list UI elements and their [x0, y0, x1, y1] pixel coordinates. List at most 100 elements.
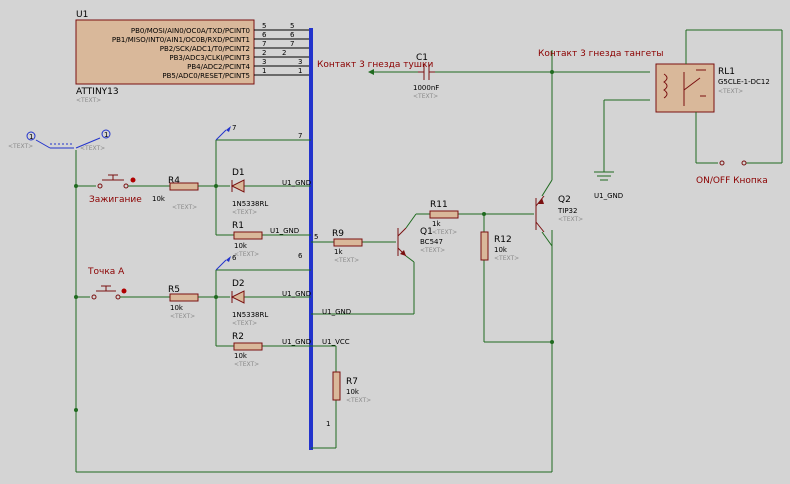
u1-bus-num-0: 5 [290, 22, 294, 30]
probe1-number: 1 [29, 133, 33, 141]
diode-d2[interactable]: D2 1N5338RL <TEXT> [230, 279, 268, 327]
transistor-q2[interactable]: Q2 TIP32 <TEXT> [535, 195, 583, 233]
r7-value: 10k [346, 388, 360, 396]
resistor-r1[interactable]: R1 10k <TEXT> [232, 221, 263, 258]
r11-text-placeholder: <TEXT> [432, 229, 457, 236]
resistor-r5[interactable]: R5 10k <TEXT> [168, 285, 199, 320]
q2-text-placeholder: <TEXT> [558, 216, 583, 223]
u1-bus-num-2: 7 [290, 40, 294, 48]
r1-ref: R1 [232, 221, 244, 231]
bus-num-7: 7 [298, 132, 302, 140]
bus-num-5: 5 [314, 233, 318, 241]
point-a-switch[interactable] [91, 285, 170, 300]
bus-num-1: 1 [326, 420, 330, 428]
r9-ref: R9 [332, 229, 344, 239]
r4-text-placeholder: <TEXT> [172, 204, 197, 211]
d1-ref: D1 [232, 168, 245, 178]
net-label-contact3-tangety: Контакт 3 гнезда тангеты [538, 49, 663, 59]
r7-ref: R7 [346, 377, 358, 387]
q1-text-placeholder: <TEXT> [420, 247, 445, 254]
net-u1-gnd-5: U1_GND [282, 338, 311, 346]
resistor-r12[interactable]: R12 10k <TEXT> [480, 231, 519, 262]
rl1-text-placeholder: <TEXT> [718, 88, 743, 95]
bus-num-6: 6 [298, 252, 303, 260]
d2-ref: D2 [232, 279, 245, 289]
resistor-r9[interactable]: R9 1k <TEXT> [332, 229, 363, 264]
label-point-a: Точка A [87, 267, 125, 277]
u1-bus-num-3: 2 [282, 49, 286, 57]
resistor-r7[interactable]: R7 10k <TEXT> [332, 371, 371, 404]
u1-part: ATTINY13 [76, 87, 119, 97]
net-label-onoff: ON/OFF Кнопка [696, 176, 768, 186]
u1-pin-num-5: 1 [262, 67, 266, 75]
r7-text-placeholder: <TEXT> [346, 397, 371, 404]
probe6-number: 6 [232, 254, 237, 262]
net-u1-vcc: U1_VCC [322, 338, 350, 346]
q2-ref: Q2 [558, 195, 571, 205]
u1-pin-wires: 5 6 7 2 2 3 1 5 6 7 3 1 [254, 22, 310, 76]
lower-section-wiring: 6 [198, 254, 337, 449]
label-ignition: Зажигание [89, 195, 142, 205]
ignition-switch[interactable] [97, 174, 170, 189]
u1-pin-num-1: 6 [262, 31, 267, 39]
probe7-number: 7 [232, 124, 236, 132]
rl1-ref: RL1 [718, 67, 735, 77]
r5-text-placeholder: <TEXT> [170, 313, 195, 320]
d2-text-placeholder: <TEXT> [232, 320, 257, 327]
rl1-value: G5CLE-1-DC12 [718, 78, 770, 86]
c1-text-placeholder: <TEXT> [413, 93, 438, 100]
u1-pin-name-0: PB0/MOSI/AIN0/OC0A/TXD/PCINT0 [131, 27, 250, 35]
relay-rl1[interactable]: RL1 G5CLE-1-DC12 <TEXT> [655, 29, 783, 166]
d1-value: 1N5338RL [232, 200, 268, 208]
net-label-u1-gnd-relay: U1_GND [594, 192, 623, 200]
input-probe-2[interactable]: 1 <TEXT> [75, 129, 111, 152]
u1-pin-name-4: PB4/ADC2/PCINT4 [187, 63, 250, 71]
u1-pin-num-0: 5 [262, 22, 266, 30]
c1-ref: C1 [416, 53, 428, 63]
r11-ref: R11 [430, 200, 448, 210]
r2-ref: R2 [232, 332, 244, 342]
r4-value: 10k [152, 195, 166, 203]
r9-value: 1k [334, 248, 343, 256]
u1-pin-name-5: PB5/ADC0/RESET/PCINT5 [162, 72, 250, 80]
input-probe-1[interactable]: 1 <TEXT> [8, 131, 74, 150]
r1-text-placeholder: <TEXT> [234, 251, 259, 258]
u1-pin-name-1: PB1/MISO/INT0/AIN1/OC0B/RXD/PCINT1 [112, 36, 250, 44]
d1-text-placeholder: <TEXT> [232, 209, 257, 216]
r5-value: 10k [170, 304, 184, 312]
net-u1-gnd-2: U1_GND [270, 227, 299, 235]
u1-pin-num-2: 7 [262, 40, 266, 48]
probe1-text-placeholder: <TEXT> [8, 143, 33, 150]
diode-d1[interactable]: D1 1N5338RL <TEXT> [230, 168, 268, 216]
net-u1-gnd-4: U1_GND [322, 308, 351, 316]
r12-value: 10k [494, 246, 508, 254]
r12-ref: R12 [494, 235, 512, 245]
resistor-r11[interactable]: R11 1k <TEXT> [429, 200, 459, 236]
u1-pin-name-3: PB3/ADC3/CLKI/PCINT3 [169, 54, 250, 62]
c1-value: 1000nF [413, 84, 439, 92]
u1-pin-num-4: 3 [262, 58, 266, 66]
r2-text-placeholder: <TEXT> [234, 361, 259, 368]
u1-pin-name-2: PB2/SCK/ADC1/T0/PCINT2 [160, 45, 250, 53]
net-u1-gnd-3: U1_GND [282, 290, 311, 298]
q1-value: BC547 [420, 238, 443, 246]
r11-value: 1k [432, 220, 441, 228]
d2-value: 1N5338RL [232, 311, 268, 319]
q2-value: TIP32 [557, 207, 577, 215]
resistor-r2[interactable]: R2 10k <TEXT> [232, 332, 263, 368]
u1-text-placeholder: <TEXT> [76, 97, 101, 104]
u1-ref: U1 [76, 10, 88, 20]
probe2-number: 1 [104, 131, 108, 139]
resistor-r4[interactable]: R4 10k <TEXT> [152, 176, 199, 211]
r12-text-placeholder: <TEXT> [494, 255, 519, 262]
r9-text-placeholder: <TEXT> [334, 257, 359, 264]
rl1-body [655, 63, 715, 113]
u1-attiny13[interactable]: U1 PB0/MOSI/AIN0/OC0A/TXD/PCINT0 PB1/MIS… [75, 10, 255, 104]
capacitor-c1[interactable]: C1 1000nF <TEXT> [413, 53, 439, 100]
probe2-text-placeholder: <TEXT> [80, 145, 105, 152]
u1-bus-num-5: 1 [298, 67, 302, 75]
schematic-canvas: U1 PB0/MOSI/AIN0/OC0A/TXD/PCINT0 PB1/MIS… [8, 10, 783, 473]
r2-value: 10k [234, 352, 248, 360]
net-u1-gnd-1: U1_GND [282, 179, 311, 187]
u1-pin-num-3: 2 [262, 49, 266, 57]
